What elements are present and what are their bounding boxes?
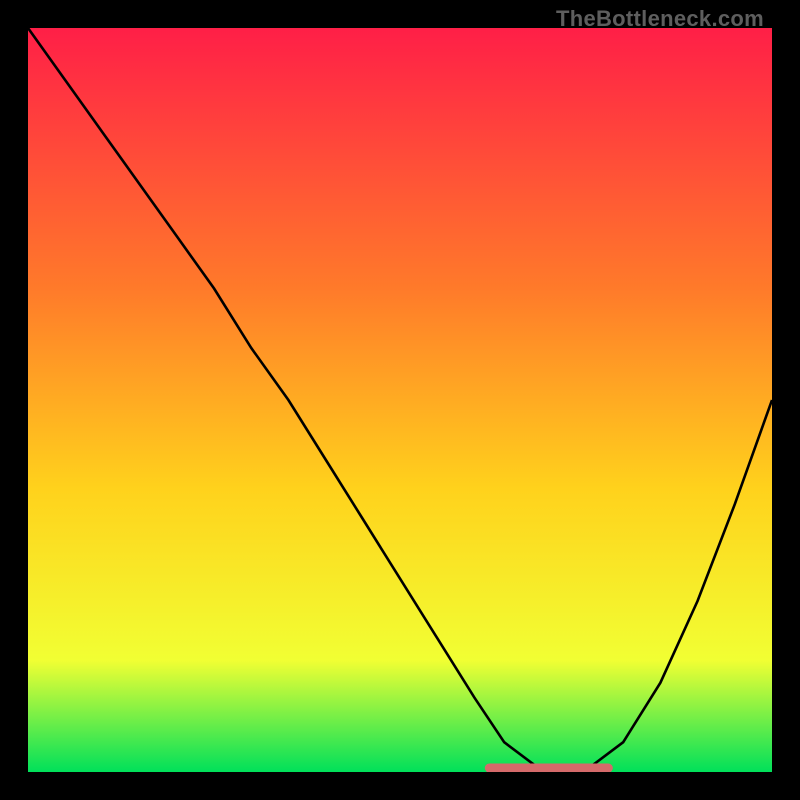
chart-background — [28, 28, 772, 772]
watermark-text: TheBottleneck.com — [556, 6, 764, 32]
bottleneck-chart — [28, 28, 772, 772]
